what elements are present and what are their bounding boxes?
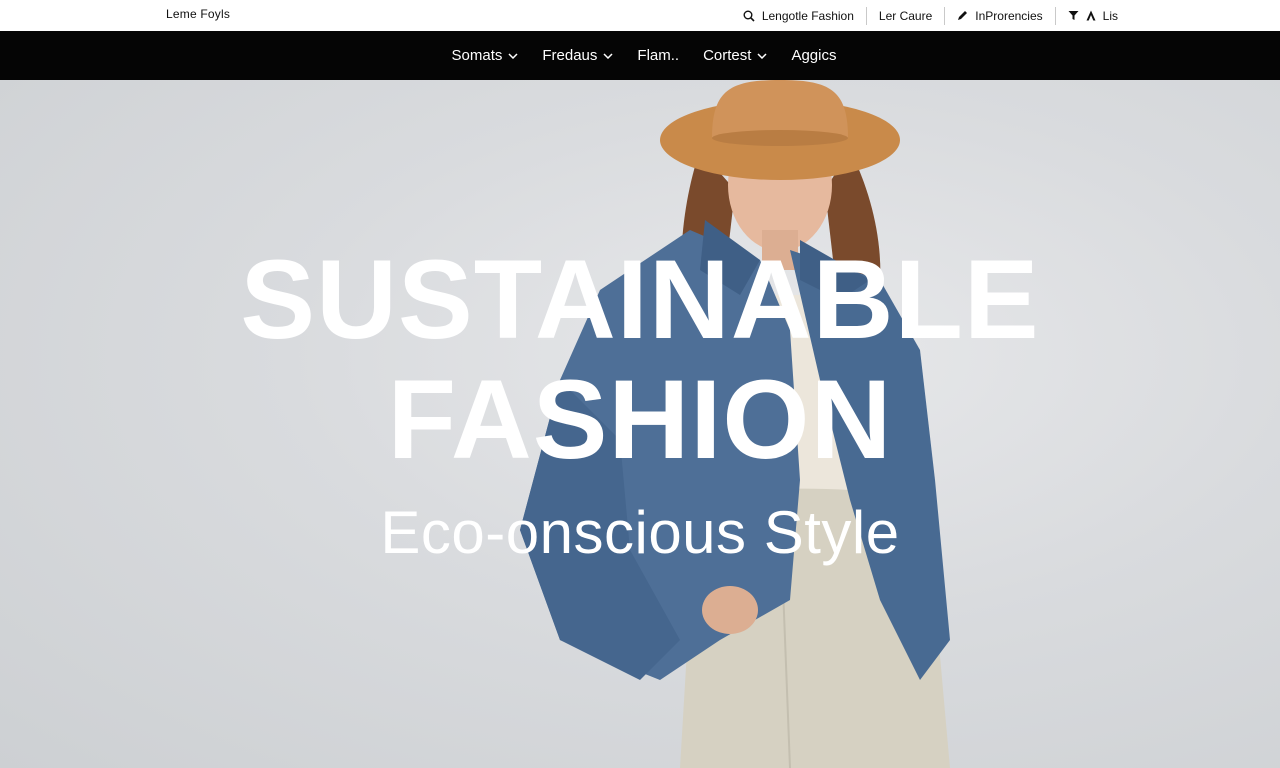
pencil-icon [957, 10, 968, 21]
nav-item-label: Fredaus [542, 47, 598, 64]
hero-title-line-2: FASHION [387, 357, 893, 482]
nav-item-label: Aggics [791, 47, 837, 64]
nav-item-flam[interactable]: Flam.. [625, 47, 691, 64]
nav-item-cortest[interactable]: Cortest [691, 47, 779, 64]
utility-links: Lengotle Fashion Ler Caure InProrencies … [731, 0, 1130, 31]
brand-logo[interactable]: Leme Foyls [166, 7, 230, 21]
user-icon [1086, 10, 1096, 21]
nav-item-somats[interactable]: Somats [440, 47, 531, 64]
nav-list: Somats Fredaus Flam.. Cortest Aggics [440, 47, 849, 64]
search-link[interactable]: Lengotle Fashion [731, 7, 866, 25]
nav-item-label: Cortest [703, 47, 752, 64]
hero-banner: SUSTAINABLE FASHION Eco-onscious Style [0, 80, 1280, 768]
hero-subtitle: Eco-onscious Style [380, 499, 900, 566]
utility-link-3-label: InProrencies [975, 8, 1043, 23]
search-link-label: Lengotle Fashion [761, 8, 854, 23]
utility-link-2[interactable]: Ler Caure [867, 7, 944, 25]
chevron-down-icon [603, 52, 613, 59]
utility-link-4-label: Lis [1102, 8, 1118, 23]
chevron-down-icon [757, 52, 767, 59]
top-utility-bar: Leme Foyls Lengotle Fashion Ler Caure In… [0, 0, 1280, 31]
nav-item-label: Somats [451, 47, 503, 64]
chevron-down-icon [508, 52, 518, 59]
main-navigation: Somats Fredaus Flam.. Cortest Aggics [0, 31, 1280, 80]
nav-item-label: Flam.. [637, 47, 680, 64]
nav-item-fredaus[interactable]: Fredaus [530, 47, 625, 64]
utility-link-3[interactable]: InProrencies [945, 7, 1054, 25]
search-icon [743, 10, 755, 22]
utility-link-4[interactable]: Lis [1056, 7, 1130, 25]
filter-icon [1068, 10, 1079, 21]
utility-link-2-label: Ler Caure [878, 8, 933, 23]
hero-title-line-1: SUSTAINABLE [240, 237, 1040, 362]
nav-item-aggics[interactable]: Aggics [779, 47, 848, 64]
